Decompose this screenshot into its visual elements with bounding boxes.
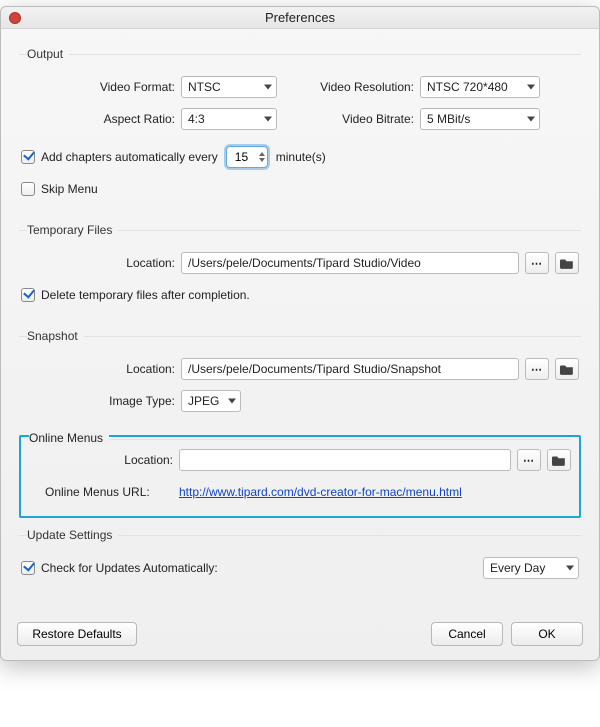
open-folder-button[interactable]	[555, 252, 579, 274]
image-type-label: Image Type:	[21, 394, 181, 408]
add-chapters-checkbox[interactable]: Add chapters automatically every	[21, 150, 218, 164]
add-chapters-label: Add chapters automatically every	[41, 150, 218, 164]
check-updates-label: Check for Updates Automatically:	[41, 561, 218, 575]
stepper-icon[interactable]	[259, 152, 265, 162]
online-menus-url-label: Online Menus URL:	[29, 485, 179, 499]
chevron-down-icon	[264, 85, 272, 90]
window-title: Preferences	[265, 10, 335, 25]
aspect-ratio-label: Aspect Ratio:	[21, 112, 181, 126]
video-format-select[interactable]: NTSC	[181, 76, 277, 98]
online-menus-url-link[interactable]: http://www.tipard.com/dvd-creator-for-ma…	[179, 485, 462, 499]
image-type-select[interactable]: JPEG	[181, 390, 241, 412]
video-resolution-select[interactable]: NTSC 720*480	[420, 76, 540, 98]
delete-temp-label: Delete temporary files after completion.	[41, 288, 250, 302]
add-chapters-suffix: minute(s)	[276, 150, 326, 164]
browse-button[interactable]	[525, 358, 549, 380]
update-settings-legend: Update Settings	[27, 528, 118, 542]
footer: Restore Defaults Cancel OK	[1, 610, 599, 660]
titlebar: Preferences	[1, 7, 599, 29]
chevron-down-icon	[566, 566, 574, 571]
output-legend: Output	[27, 47, 69, 61]
snapshot-legend: Snapshot	[27, 329, 84, 343]
video-bitrate-label: Video Bitrate:	[300, 112, 420, 126]
folder-icon	[560, 363, 574, 375]
video-bitrate-select[interactable]: 5 MBit/s	[420, 108, 540, 130]
snapshot-location-field[interactable]: /Users/pele/Documents/Tipard Studio/Snap…	[181, 358, 519, 380]
close-icon[interactable]	[9, 12, 21, 24]
update-settings-group: Update Settings Check for Updates Automa…	[19, 528, 581, 592]
aspect-ratio-select[interactable]: 4:3	[181, 108, 277, 130]
chevron-down-icon	[527, 117, 535, 122]
online-menus-group: Online Menus Location: Online Menus URL:…	[19, 435, 581, 518]
skip-menu-checkbox[interactable]: Skip Menu	[21, 182, 98, 196]
temp-files-legend: Temporary Files	[27, 223, 118, 237]
restore-defaults-button[interactable]: Restore Defaults	[17, 622, 137, 646]
ok-button[interactable]: OK	[511, 622, 583, 646]
video-format-label: Video Format:	[21, 80, 181, 94]
online-menus-legend: Online Menus	[29, 431, 109, 445]
temp-files-group: Temporary Files Location: /Users/pele/Do…	[19, 223, 581, 319]
folder-icon	[560, 257, 574, 269]
skip-menu-label: Skip Menu	[41, 182, 98, 196]
online-menus-location-field[interactable]	[179, 449, 511, 471]
temp-location-label: Location:	[21, 256, 181, 270]
output-group: Output Video Format: NTSC Video Resoluti…	[19, 47, 581, 213]
browse-button[interactable]	[517, 449, 541, 471]
chevron-down-icon	[527, 85, 535, 90]
check-updates-checkbox[interactable]: Check for Updates Automatically:	[21, 561, 218, 575]
folder-icon	[552, 454, 566, 466]
snapshot-group: Snapshot Location: /Users/pele/Documents…	[19, 329, 581, 425]
snapshot-location-label: Location:	[21, 362, 181, 376]
open-folder-button[interactable]	[547, 449, 571, 471]
online-menus-location-label: Location:	[29, 453, 179, 467]
video-resolution-label: Video Resolution:	[300, 80, 420, 94]
add-chapters-value[interactable]	[226, 146, 268, 168]
delete-temp-checkbox[interactable]: Delete temporary files after completion.	[21, 288, 250, 302]
temp-location-field[interactable]: /Users/pele/Documents/Tipard Studio/Vide…	[181, 252, 519, 274]
chevron-down-icon	[228, 399, 236, 404]
update-interval-select[interactable]: Every Day	[483, 557, 579, 579]
chevron-down-icon	[264, 117, 272, 122]
browse-button[interactable]	[525, 252, 549, 274]
cancel-button[interactable]: Cancel	[431, 622, 503, 646]
preferences-window: Preferences Output Video Format: NTSC Vi…	[0, 6, 600, 661]
open-folder-button[interactable]	[555, 358, 579, 380]
